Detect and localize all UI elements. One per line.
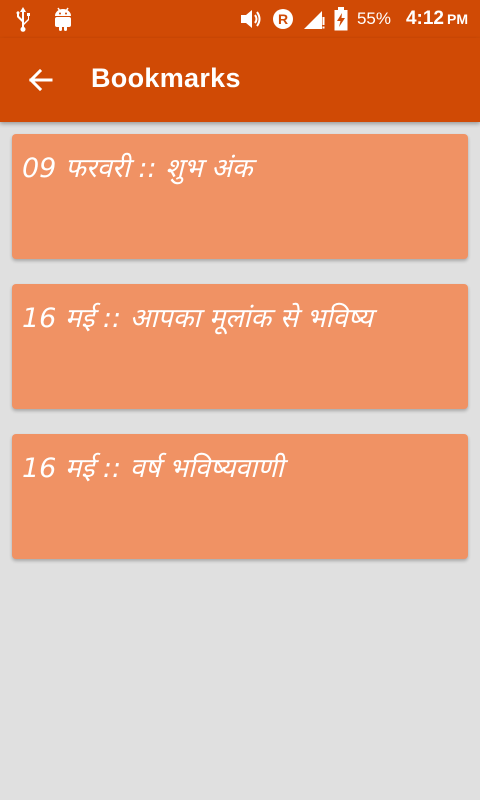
clock: 4:12 PM	[405, 8, 468, 29]
bookmark-card[interactable]: 16 मई :: वर्ष भविष्यवाणी	[12, 434, 468, 559]
app-bar: Bookmarks	[0, 38, 480, 122]
arrow-back-icon	[28, 68, 53, 92]
battery-charging-icon	[334, 7, 348, 31]
svg-text:R: R	[278, 11, 288, 27]
android-icon	[52, 6, 74, 32]
bookmark-card[interactable]: 16 मई :: आपका मूलांक से भविष्य	[12, 284, 468, 409]
signal-icon	[303, 8, 325, 30]
status-bar: R 55% 4:12 PM	[0, 0, 480, 38]
back-button[interactable]	[16, 56, 64, 104]
battery-percent: 55%	[356, 9, 391, 28]
page-title: Bookmarks	[91, 63, 241, 93]
bookmark-card[interactable]: 09 फरवरी :: शुभ अंक	[12, 134, 468, 259]
bookmark-label: 09 फरवरी :: शुभ अंक	[22, 153, 253, 184]
usb-icon	[14, 6, 32, 32]
bookmark-label: 16 मई :: वर्ष भविष्यवाणी	[22, 453, 284, 484]
bookmark-label: 16 मई :: आपका मूलांक से भविष्य	[22, 303, 373, 334]
roaming-icon: R	[272, 8, 294, 30]
volume-icon	[239, 8, 263, 30]
bookmark-list: 09 फरवरी :: शुभ अंक 16 मई :: आपका मूलांक…	[12, 134, 468, 584]
